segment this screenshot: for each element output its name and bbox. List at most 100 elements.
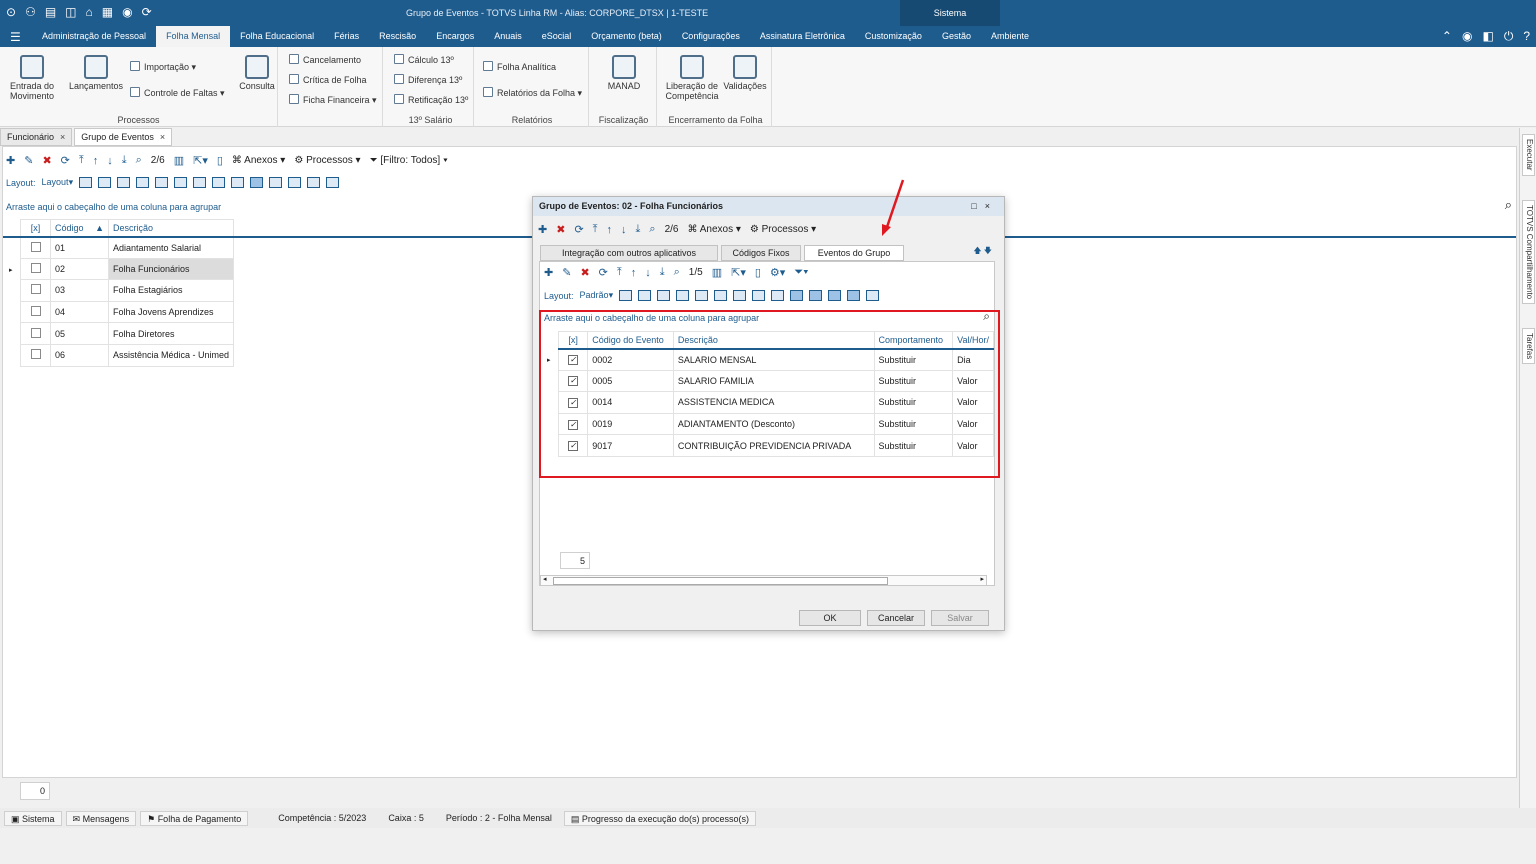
codigo-header[interactable]: Código ▲ bbox=[50, 219, 109, 238]
chart-icon[interactable] bbox=[771, 290, 785, 301]
menu-customizacao[interactable]: Customização bbox=[855, 26, 932, 47]
row-checkbox[interactable] bbox=[30, 327, 41, 338]
prev-record-icon[interactable]: ↑ bbox=[607, 224, 613, 236]
tab-codigos-fixos[interactable]: Códigos Fixos bbox=[721, 245, 801, 261]
side-tab-tarefas[interactable]: Tarefas bbox=[1522, 328, 1535, 365]
first-record-icon[interactable]: ⤒ bbox=[593, 223, 598, 236]
tab-scroll-arrows[interactable]: 🡅 🡇 bbox=[973, 245, 992, 259]
sort-up-icon[interactable] bbox=[136, 177, 150, 188]
tab-eventos-grupo[interactable]: Eventos do Grupo bbox=[804, 245, 904, 261]
first-record-icon[interactable]: ⤒ bbox=[617, 266, 622, 279]
table-row[interactable]: 02 Folha Funcionários bbox=[20, 257, 235, 281]
edit-icon[interactable]: ✎ bbox=[562, 266, 571, 279]
search-icon[interactable]: ⌕ bbox=[1505, 197, 1512, 213]
row-checkbox[interactable] bbox=[30, 241, 41, 252]
table-row[interactable]: 06 Assistência Médica - Unimed bbox=[20, 343, 235, 367]
last-record-icon[interactable]: ⤓ bbox=[636, 223, 641, 236]
columns-icon[interactable]: ▥ bbox=[712, 266, 722, 279]
consulta-button[interactable]: Consulta bbox=[238, 55, 276, 91]
filter-button[interactable]: ⏷ [Filtro: Todos] ▾ bbox=[370, 155, 448, 166]
diferenca-13-button[interactable]: Diferença 13º bbox=[394, 74, 462, 85]
salvar-button[interactable]: Salvar bbox=[931, 610, 989, 626]
columns-icon[interactable]: ▥ bbox=[174, 154, 184, 167]
gear-icon[interactable]: ⚙▾ bbox=[770, 266, 785, 279]
app-menu-icon[interactable]: ⊙ bbox=[6, 5, 16, 19]
first-record-icon[interactable]: ⤒ bbox=[79, 154, 84, 167]
lancamentos-button[interactable]: Lançamentos bbox=[68, 55, 124, 91]
entrada-movimento-button[interactable]: Entrada do Movimento bbox=[5, 55, 59, 101]
hamburger-icon[interactable]: ☰ bbox=[10, 30, 21, 44]
next-record-icon[interactable]: ↓ bbox=[107, 155, 113, 167]
maximize-icon[interactable]: □ bbox=[971, 201, 984, 211]
next-record-icon[interactable]: ↓ bbox=[645, 267, 651, 279]
last-record-icon[interactable]: ⤓ bbox=[660, 266, 665, 279]
scroll-left-icon[interactable]: ◂ bbox=[543, 575, 547, 583]
menu-assinatura[interactable]: Assinatura Eletrônica bbox=[750, 26, 855, 47]
cancelar-button[interactable]: Cancelar bbox=[867, 610, 925, 626]
table-row[interactable]: 05 Folha Diretores bbox=[20, 322, 235, 345]
processos-button[interactable]: ⚙ Processos ▾ bbox=[294, 155, 360, 166]
view-split-icon[interactable] bbox=[809, 290, 823, 301]
menu-anuais[interactable]: Anuais bbox=[484, 26, 532, 47]
menu-encargos[interactable]: Encargos bbox=[426, 26, 484, 47]
cancelamento-button[interactable]: Cancelamento bbox=[289, 54, 361, 65]
view-bottom-icon[interactable] bbox=[847, 290, 861, 301]
refresh-icon[interactable]: ⟳ bbox=[574, 223, 583, 236]
scroll-thumb[interactable] bbox=[553, 577, 888, 585]
doc-icon[interactable]: ▯ bbox=[755, 266, 761, 279]
color-icon[interactable] bbox=[752, 290, 766, 301]
menu-gestao[interactable]: Gestão bbox=[932, 26, 981, 47]
view-split-icon[interactable] bbox=[269, 177, 283, 188]
grid-icon[interactable]: ▦ bbox=[102, 5, 113, 19]
menu-configuracoes[interactable]: Configurações bbox=[672, 26, 750, 47]
expand-icon[interactable] bbox=[619, 290, 633, 301]
expand-icon[interactable] bbox=[79, 177, 93, 188]
close-icon[interactable]: × bbox=[985, 201, 998, 211]
system-tab[interactable]: Sistema bbox=[900, 0, 1000, 26]
refresh-icon[interactable]: ⟳ bbox=[61, 154, 70, 167]
table-row[interactable]: 04 Folha Jovens Aprendizes bbox=[20, 300, 235, 324]
filter-icon[interactable]: ⏷▾ bbox=[794, 266, 808, 279]
row-checkbox[interactable] bbox=[30, 262, 41, 273]
view-normal-icon[interactable] bbox=[790, 290, 804, 301]
filter-icon[interactable] bbox=[714, 290, 728, 301]
tab-grupo-eventos[interactable]: Grupo de Eventos × bbox=[74, 128, 173, 146]
search-icon[interactable]: ⌕ bbox=[136, 154, 142, 167]
validacoes-button[interactable]: Validações bbox=[722, 55, 768, 91]
window-icon[interactable]: ◫ bbox=[65, 5, 76, 19]
color-icon[interactable] bbox=[212, 177, 226, 188]
group-icon[interactable] bbox=[117, 177, 131, 188]
prev-record-icon[interactable]: ↑ bbox=[631, 267, 637, 279]
export-icon[interactable]: ⇱▾ bbox=[193, 154, 208, 167]
folha-analitica-button[interactable]: Folha Analítica bbox=[483, 61, 556, 72]
close-icon[interactable]: × bbox=[160, 132, 165, 142]
delete-icon[interactable]: ✖ bbox=[556, 223, 565, 236]
view-top-icon[interactable] bbox=[288, 177, 302, 188]
edit-icon[interactable]: ✎ bbox=[24, 154, 33, 167]
menu-ferias[interactable]: Férias bbox=[324, 26, 369, 47]
manad-button[interactable]: MANAD bbox=[603, 55, 645, 91]
relatorios-folha-button[interactable]: Relatórios da Folha ▾ bbox=[483, 87, 582, 99]
sort-down-icon[interactable] bbox=[155, 177, 169, 188]
scroll-right-icon[interactable]: ▸ bbox=[980, 575, 984, 583]
people-icon[interactable]: ⚇ bbox=[25, 5, 36, 19]
menu-esocial[interactable]: eSocial bbox=[532, 26, 582, 47]
row-checkbox[interactable] bbox=[30, 284, 41, 295]
layout-select[interactable]: Padrão▾ bbox=[580, 290, 614, 301]
export-icon[interactable]: ⇱▾ bbox=[731, 266, 746, 279]
abc-icon[interactable] bbox=[866, 290, 880, 301]
view-normal-icon[interactable] bbox=[250, 177, 264, 188]
retificacao-13-button[interactable]: Retificação 13º bbox=[394, 94, 468, 105]
close-icon[interactable]: × bbox=[60, 132, 65, 142]
menu-folha-educacional[interactable]: Folha Educacional bbox=[230, 26, 324, 47]
prev-record-icon[interactable]: ↑ bbox=[93, 155, 99, 167]
menu-ambiente[interactable]: Ambiente bbox=[981, 26, 1039, 47]
last-record-icon[interactable]: ⤓ bbox=[122, 154, 127, 167]
view-top-icon[interactable] bbox=[828, 290, 842, 301]
doc-icon[interactable]: ▯ bbox=[217, 154, 223, 167]
row-checkbox[interactable] bbox=[30, 306, 41, 317]
liberacao-button[interactable]: Liberação de Competência bbox=[664, 55, 720, 101]
pin-icon[interactable] bbox=[193, 177, 207, 188]
ficha-financeira-button[interactable]: Ficha Financeira ▾ bbox=[289, 94, 377, 106]
globe-icon[interactable]: ◉ bbox=[1462, 29, 1472, 44]
